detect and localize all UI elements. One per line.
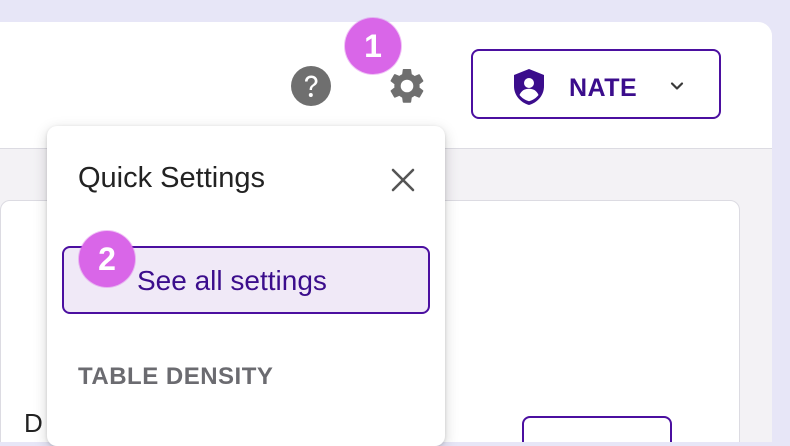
user-shield-icon [514,69,544,105]
step-badge-1: 1 [345,18,401,74]
see-all-settings-label: See all settings [137,265,327,296]
chevron-down-icon [670,82,684,90]
quick-settings-title: Quick Settings [78,162,265,194]
close-button[interactable] [383,160,423,200]
user-name: NATE [569,74,638,102]
settings-button[interactable] [383,62,431,110]
step-badge-2: 2 [79,231,135,287]
gear-icon [390,69,424,103]
table-density-heading: TABLE DENSITY [78,363,274,390]
user-menu-button[interactable]: NATE [471,49,721,119]
close-icon [391,168,415,192]
help-button[interactable] [287,62,335,110]
background-partial-text: D [24,408,43,438]
help-circle-icon [291,66,331,106]
